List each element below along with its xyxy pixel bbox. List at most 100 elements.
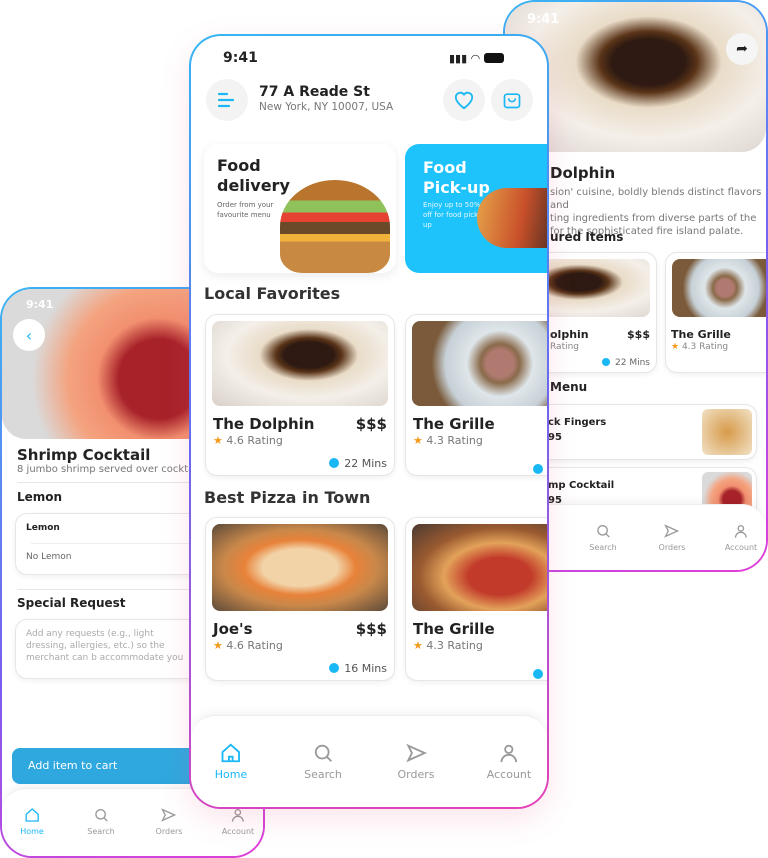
card-image	[672, 259, 766, 317]
nav-orders[interactable]: Orders	[156, 807, 182, 836]
card-rating: 4.3 Rating	[426, 639, 483, 652]
menu-item-name: ck Fingers	[548, 417, 607, 428]
search-icon	[596, 525, 610, 538]
menu-item-price: 95	[548, 432, 562, 443]
status-time: 9:41	[223, 50, 258, 66]
user-icon	[735, 525, 747, 538]
clock-icon	[533, 464, 543, 474]
nav-account[interactable]: Account	[725, 523, 757, 552]
card-time: 22 Mins	[615, 358, 650, 368]
featured-card[interactable]: The Grille ★ 4.3 Rating	[665, 252, 766, 373]
address-street[interactable]: 77 A Reade St	[259, 84, 370, 100]
menu-item-name: mp Cocktail	[548, 480, 615, 491]
nav-search[interactable]: Search	[304, 742, 342, 781]
promo-subtitle: Order from your favourite menu	[217, 201, 274, 219]
restaurant-title: Dolphin	[550, 164, 616, 182]
card-rating: 4.3 Rating	[426, 434, 483, 447]
card-rating: 4.6 Rating	[226, 434, 283, 447]
featured-heading: ured Items	[550, 230, 624, 244]
status-time: 9:41	[527, 12, 560, 27]
menu-button[interactable]	[206, 79, 248, 121]
heart-icon	[454, 91, 474, 110]
card-name: The Dolphin	[213, 415, 315, 433]
star-icon: ★	[213, 434, 223, 447]
card-image	[412, 524, 547, 611]
star-icon: ★	[671, 342, 680, 352]
nav-account[interactable]: Account	[487, 742, 531, 781]
menu-icon	[217, 92, 235, 108]
share-button[interactable]: ➦	[726, 33, 758, 65]
clock-icon	[329, 663, 340, 673]
option-lemon[interactable]: Lemon	[26, 523, 60, 533]
home-icon	[25, 808, 39, 822]
wifi-icon: ◠	[470, 52, 481, 65]
restaurant-card[interactable]: The Grille ★ 4.3 Rating	[405, 314, 547, 476]
card-name: olphin	[550, 328, 589, 341]
nav-orders[interactable]: Orders	[398, 742, 435, 781]
item-title: Shrimp Cocktail	[17, 446, 151, 464]
card-rating: 4.6 Rating	[226, 639, 283, 652]
home-phone: 9:41 ▮▮▮ ◠ 77 A Reade St New York, NY 10…	[189, 34, 549, 809]
back-button[interactable]: ‹	[13, 319, 45, 351]
status-time: 9:41	[26, 298, 54, 311]
nav-home[interactable]: Home	[215, 742, 247, 781]
best-pizza-heading: Best Pizza in Town	[204, 488, 371, 507]
card-name: The Grille	[413, 415, 495, 433]
cart-button[interactable]	[491, 79, 533, 121]
restaurant-card[interactable]: The Dolphin $$$ ★ 4.6 Rating 22 Mins	[205, 314, 395, 476]
card-image	[212, 524, 388, 611]
favorites-button[interactable]	[443, 79, 485, 121]
nav-orders[interactable]: Orders	[659, 523, 685, 552]
star-icon: ★	[413, 434, 423, 447]
menu-heading: Menu	[550, 380, 588, 394]
card-name: The Grille	[671, 328, 731, 341]
nav-home[interactable]: Home	[20, 807, 44, 836]
bottom-nav: Home Search Orders Account	[191, 715, 547, 807]
send-icon	[664, 524, 680, 538]
bag-icon	[503, 93, 521, 109]
card-price: $$$	[627, 328, 650, 341]
send-icon	[161, 808, 177, 822]
item-description: 8 jumbo shrimp served over cocktail sa	[17, 464, 215, 475]
address-city: New York, NY 10007, USA	[259, 101, 394, 113]
status-icons: ▮▮▮ ◠	[449, 52, 504, 65]
promo-title: Food delivery	[217, 156, 290, 195]
card-time: 16 Mins	[344, 662, 387, 675]
local-favorites-heading: Local Favorites	[204, 284, 341, 303]
restaurant-card[interactable]: Joe's $$$ ★ 4.6 Rating 16 Mins	[205, 517, 395, 681]
lemon-heading: Lemon	[17, 490, 63, 504]
nav-search[interactable]: Search	[589, 523, 617, 552]
card-price: $$$	[355, 415, 387, 433]
card-name: Joe's	[213, 620, 253, 638]
nav-account[interactable]: Account	[222, 807, 254, 836]
chevron-left-icon: ‹	[25, 325, 33, 345]
special-request-heading: Special Request	[17, 596, 126, 610]
promo-food-delivery[interactable]: Food delivery Order from your favourite …	[204, 144, 396, 273]
card-time: 22 Mins	[344, 457, 387, 470]
search-icon	[314, 744, 332, 762]
card-price: $$$	[355, 620, 387, 638]
burger-image	[280, 180, 390, 273]
card-image	[412, 321, 547, 406]
signal-icon: ▮▮▮	[449, 52, 468, 65]
restaurant-card[interactable]: The Grille ★ 4.3 Rating	[405, 517, 547, 681]
card-rating: 4.3 Rating	[681, 342, 729, 352]
home-icon	[221, 743, 241, 763]
star-icon: ★	[413, 639, 423, 652]
hotdog-image	[477, 188, 547, 248]
card-image	[212, 321, 388, 406]
nav-search[interactable]: Search	[87, 807, 115, 836]
send-icon	[405, 743, 427, 763]
clock-icon	[329, 458, 340, 468]
promo-food-pickup[interactable]: Food Pick-up Enjoy up to 50% off for foo…	[405, 144, 547, 273]
battery-icon	[483, 53, 504, 63]
user-icon	[232, 809, 244, 822]
option-no-lemon[interactable]: No Lemon	[26, 552, 71, 562]
star-icon: ★	[213, 639, 223, 652]
menu-item-image	[702, 409, 752, 455]
search-icon	[94, 809, 108, 822]
clock-icon	[533, 669, 543, 679]
clock-icon	[602, 358, 611, 366]
share-icon: ➦	[736, 41, 748, 57]
card-rating: Rating	[550, 342, 580, 352]
